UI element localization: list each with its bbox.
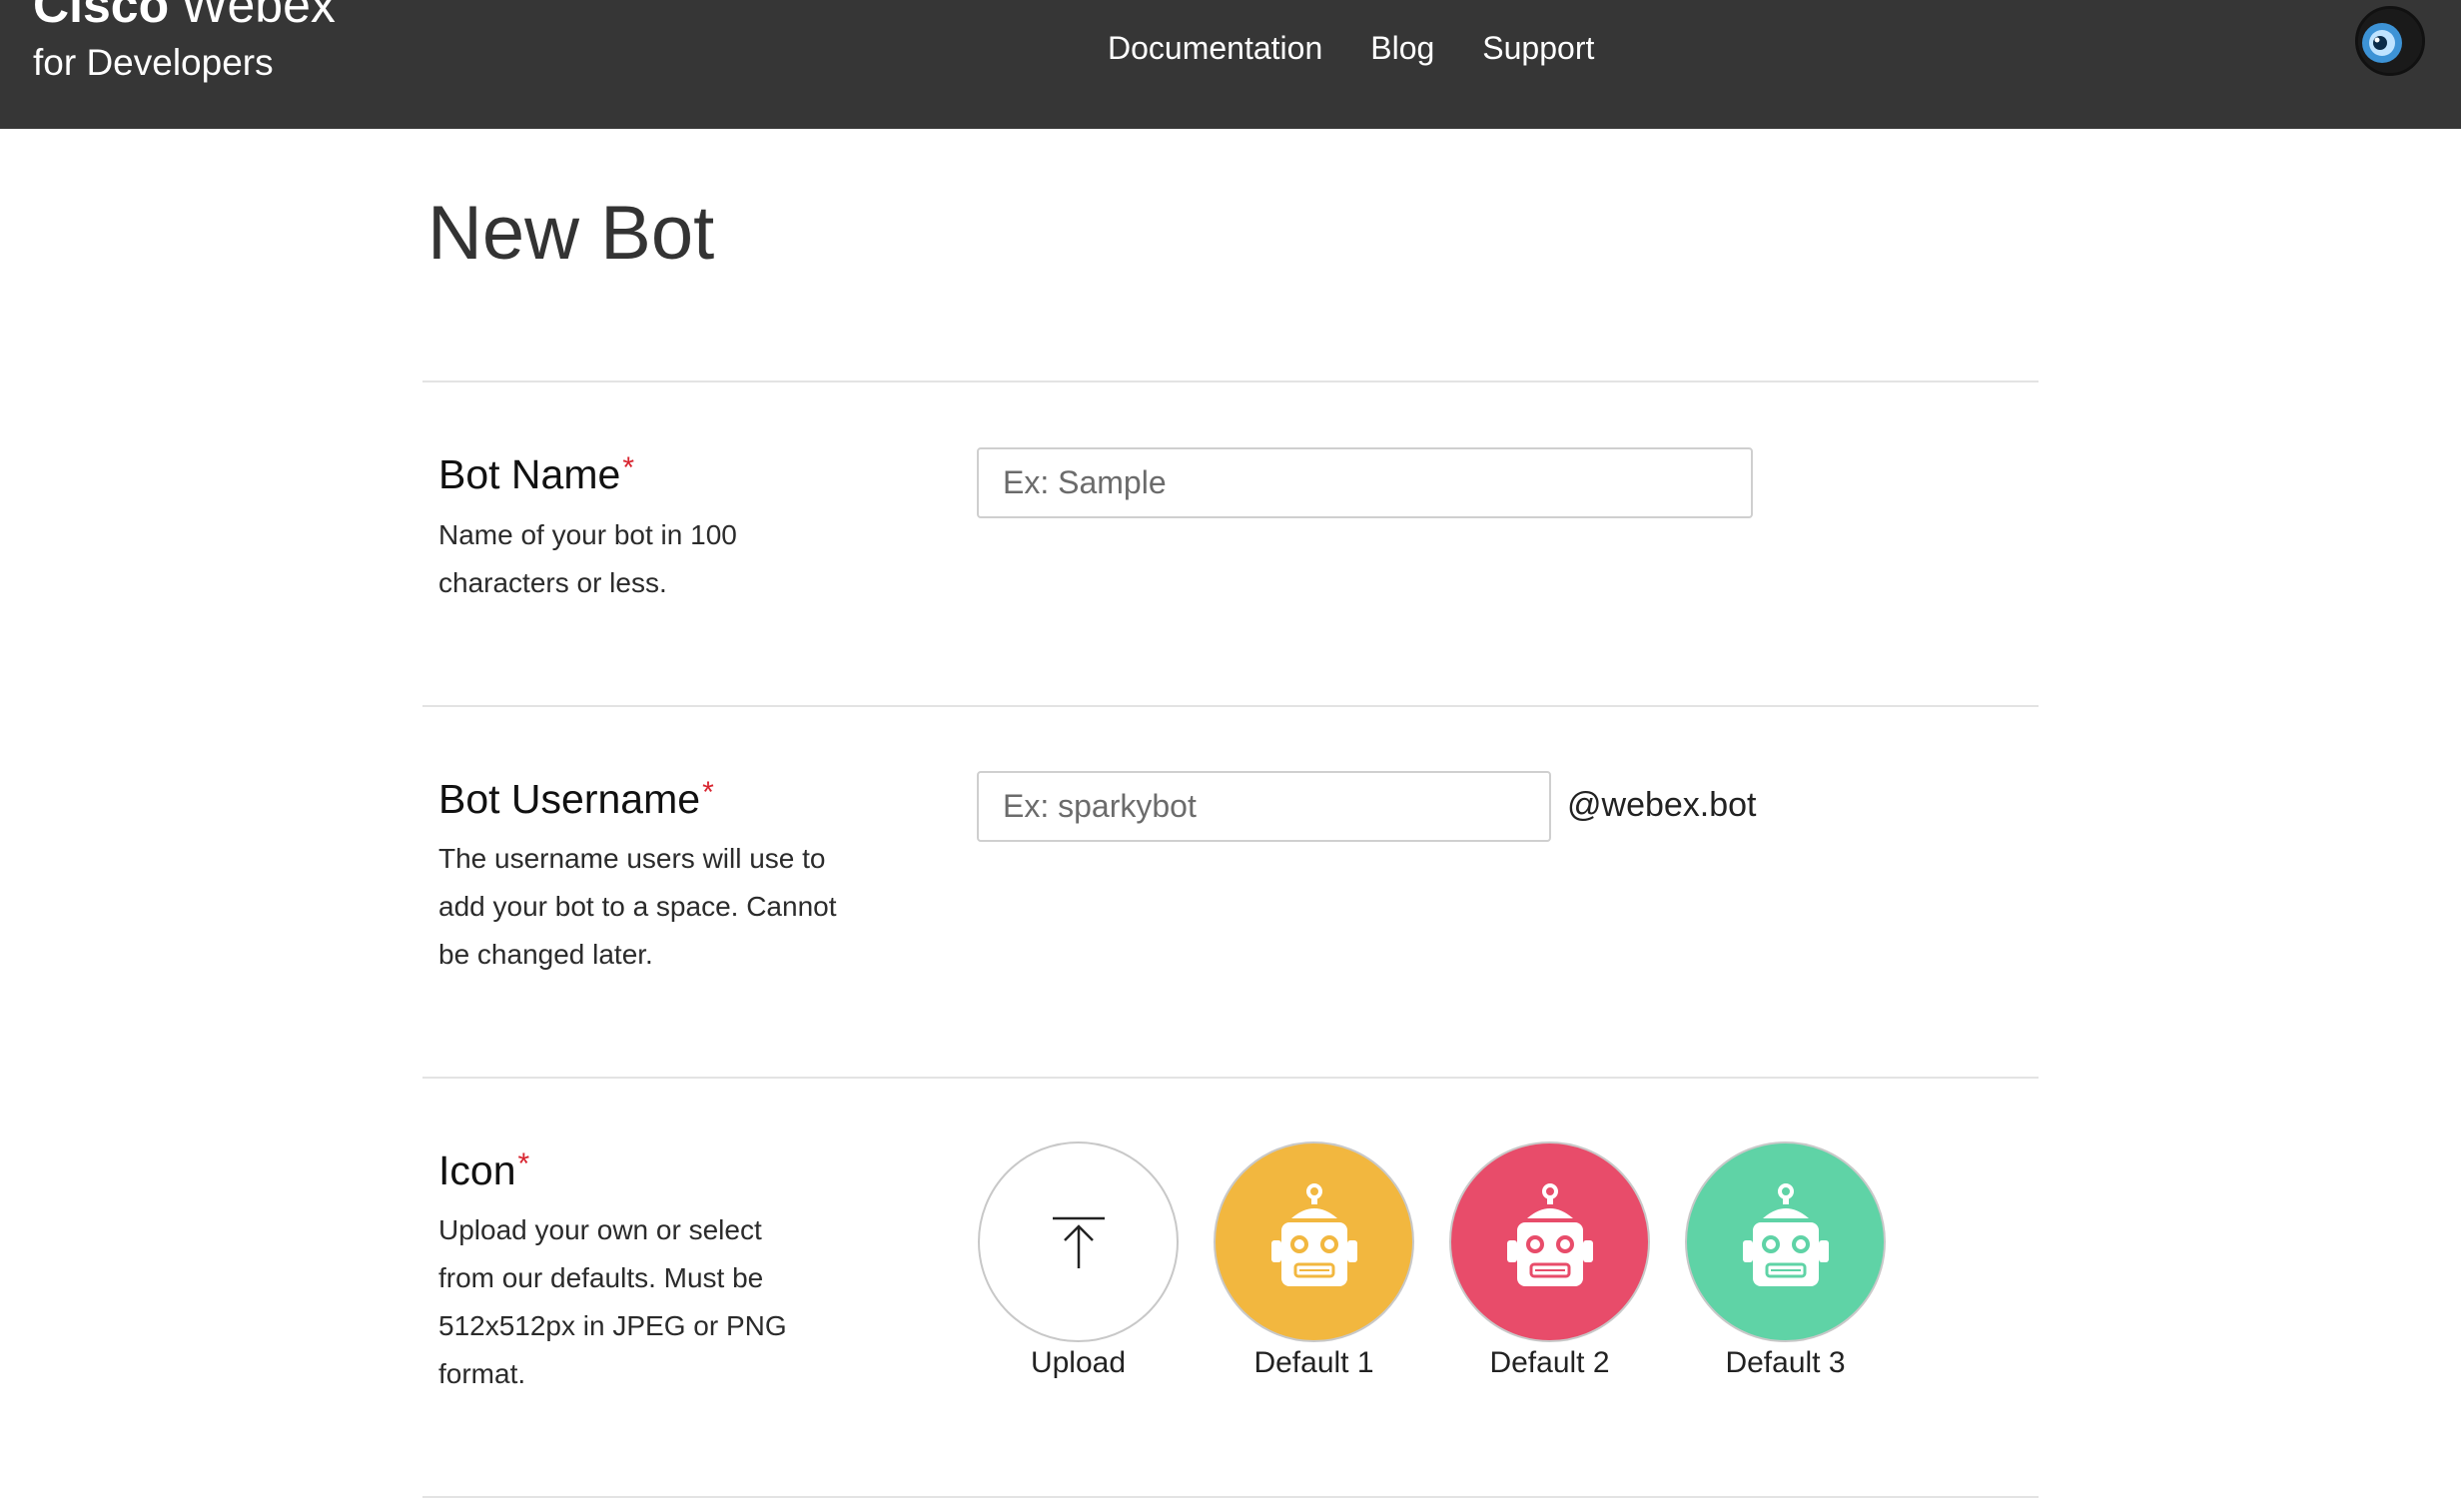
robot-icon	[1270, 1182, 1357, 1286]
brand-company: Cisco	[33, 0, 170, 33]
icon-help: Upload your own or select from our defau…	[438, 1214, 787, 1389]
default-1-circle[interactable]	[1214, 1141, 1414, 1342]
section-divider	[422, 1077, 2039, 1079]
upload-caption: Upload	[1030, 1346, 1127, 1379]
brand-subtitle: for Developers	[33, 42, 274, 83]
icon-label: Icon*	[438, 1147, 530, 1193]
required-marker: *	[622, 451, 634, 484]
brand-title: Cisco Webex	[33, 0, 336, 30]
section-divider	[422, 380, 2039, 382]
brand-logo[interactable]: Cisco Webex for Developers	[33, 0, 336, 81]
upload-arrow-icon	[1052, 1216, 1105, 1268]
robot-icon	[1742, 1182, 1829, 1286]
avatar-eye-icon	[2358, 9, 2422, 73]
icon-option-upload[interactable]: Upload	[976, 1141, 1181, 1380]
nav-blog-link[interactable]: Blog	[1370, 30, 1434, 67]
page-title: New Bot	[427, 191, 715, 276]
default-1-caption: Default 1	[1253, 1346, 1374, 1379]
robot-icon	[1506, 1182, 1593, 1286]
main-nav: Documentation Blog Support	[1108, 0, 1642, 96]
nav-support-link[interactable]: Support	[1482, 30, 1594, 67]
default-3-caption: Default 3	[1725, 1346, 1846, 1379]
required-marker: *	[702, 776, 714, 809]
default-2-circle[interactable]	[1449, 1141, 1650, 1342]
bot-username-label: Bot Username*	[438, 776, 714, 822]
upload-circle[interactable]	[978, 1141, 1179, 1342]
top-navigation-bar: Cisco Webex for Developers Documentation …	[0, 0, 2461, 129]
default-3-circle[interactable]	[1685, 1141, 1886, 1342]
icon-option-default-2[interactable]: Default 2	[1447, 1141, 1652, 1380]
section-divider	[422, 1496, 2039, 1498]
icon-option-default-3[interactable]: Default 3	[1683, 1141, 1888, 1380]
username-domain-suffix: @webex.bot	[1567, 786, 1757, 824]
nav-documentation-link[interactable]: Documentation	[1108, 30, 1322, 67]
bot-name-label: Bot Name*	[438, 451, 634, 497]
icon-option-default-1[interactable]: Default 1	[1212, 1141, 1416, 1380]
user-avatar[interactable]	[2355, 6, 2425, 76]
section-divider	[422, 705, 2039, 707]
required-marker: *	[517, 1147, 530, 1180]
bot-username-input[interactable]	[977, 771, 1551, 842]
bot-name-input[interactable]	[977, 447, 1753, 518]
bot-username-help: The username users will use to add your …	[438, 843, 837, 970]
default-2-caption: Default 2	[1489, 1346, 1610, 1379]
bot-name-help: Name of your bot in 100 characters or le…	[438, 519, 737, 598]
brand-product: Webex	[181, 0, 336, 33]
